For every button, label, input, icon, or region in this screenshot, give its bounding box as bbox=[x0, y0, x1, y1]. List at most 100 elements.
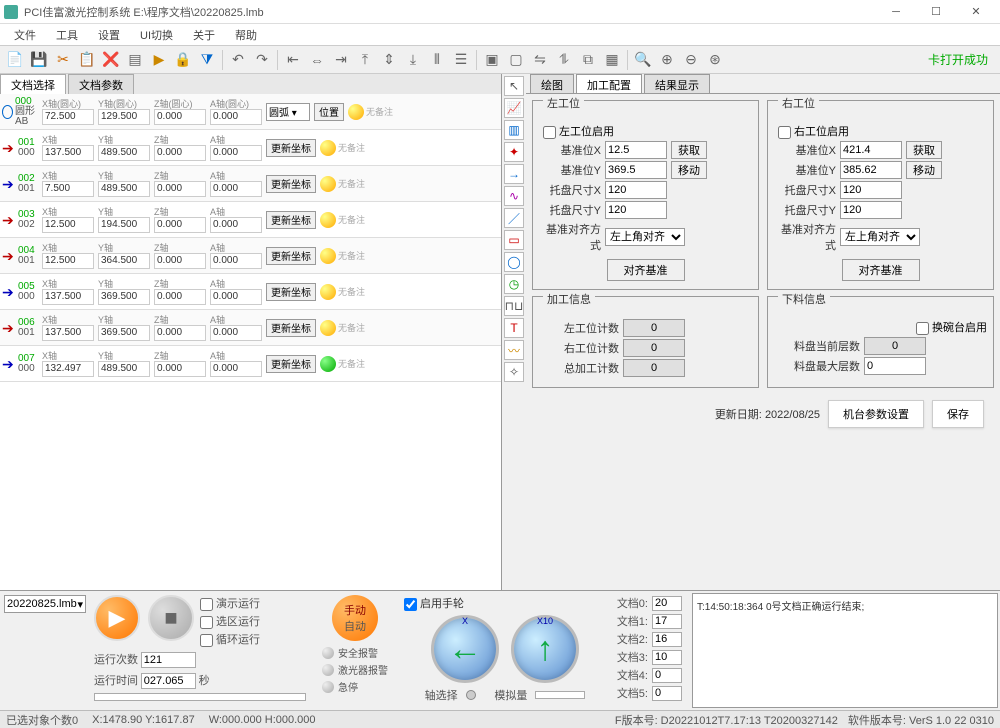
close-button[interactable]: ✕ bbox=[956, 0, 996, 24]
zoom-reset-icon[interactable]: ⊛ bbox=[704, 49, 726, 71]
coord-value[interactable]: 489.500 bbox=[98, 145, 150, 161]
left-station-enable[interactable]: 左工位启用 bbox=[543, 123, 614, 139]
coord-value[interactable]: 0.000 bbox=[210, 289, 262, 305]
align-left-icon[interactable]: ⇤ bbox=[282, 49, 304, 71]
menu-帮助[interactable]: 帮助 bbox=[225, 25, 267, 45]
group-icon[interactable]: ▣ bbox=[481, 49, 503, 71]
update-coord-btn[interactable]: 更新坐标 bbox=[266, 139, 316, 157]
station-btn[interactable]: 移动 bbox=[906, 161, 942, 179]
left-align-btn[interactable]: 对齐基准 bbox=[607, 259, 685, 281]
ungroup-icon[interactable]: ▢ bbox=[505, 49, 527, 71]
align-bottom-icon[interactable]: ⤓ bbox=[402, 49, 424, 71]
align-top-icon[interactable]: ⤒ bbox=[354, 49, 376, 71]
coord-value[interactable]: 0.000 bbox=[210, 361, 262, 377]
station-input[interactable] bbox=[840, 141, 902, 159]
pulse-icon[interactable]: ⊓⊔ bbox=[504, 296, 524, 316]
coord-value[interactable]: 72.500 bbox=[42, 109, 94, 125]
grid-icon[interactable]: ▦ bbox=[601, 49, 623, 71]
jog-dial-x[interactable]: X← bbox=[431, 615, 499, 683]
coord-value[interactable]: 489.500 bbox=[98, 181, 150, 197]
station-input[interactable] bbox=[840, 181, 902, 199]
doc-row[interactable]: ➔003002X轴12.500Y轴194.500Z轴0.000A轴0.000更新… bbox=[0, 202, 501, 238]
coord-value[interactable]: 489.500 bbox=[98, 361, 150, 377]
feed-enable[interactable]: 换碗台启用 bbox=[916, 319, 987, 335]
coord-value[interactable]: 0.000 bbox=[210, 145, 262, 161]
station-input[interactable] bbox=[605, 161, 667, 179]
compass-icon[interactable]: ✧ bbox=[504, 362, 524, 382]
coord-value[interactable]: 0.000 bbox=[154, 109, 206, 125]
coord-value[interactable]: 12.500 bbox=[42, 217, 94, 233]
tab-draw[interactable]: 绘图 bbox=[530, 74, 574, 93]
coord-value[interactable]: 0.000 bbox=[210, 217, 262, 233]
menu-工具[interactable]: 工具 bbox=[46, 25, 88, 45]
tab-doc-params[interactable]: 文档参数 bbox=[68, 74, 134, 94]
text-icon[interactable]: T bbox=[504, 318, 524, 338]
coord-value[interactable]: 0.000 bbox=[154, 253, 206, 269]
coord-value[interactable]: 0.000 bbox=[210, 181, 262, 197]
line-icon[interactable]: ／ bbox=[504, 208, 524, 228]
stop-button[interactable]: ■ bbox=[148, 595, 194, 641]
doc-row[interactable]: ➔004001X轴12.500Y轴364.500Z轴0.000A轴0.000更新… bbox=[0, 238, 501, 274]
pos-btn[interactable]: 位置 bbox=[314, 103, 344, 121]
undo-icon[interactable]: ↶ bbox=[227, 49, 249, 71]
bars-icon[interactable]: ▥ bbox=[504, 120, 524, 140]
maximize-button[interactable]: ☐ bbox=[916, 0, 956, 24]
coord-value[interactable]: 7.500 bbox=[42, 181, 94, 197]
coord-value[interactable]: 0.000 bbox=[154, 361, 206, 377]
align-select[interactable]: 左上角对齐 bbox=[840, 228, 920, 246]
play-icon[interactable]: ▶ bbox=[148, 49, 170, 71]
play-button[interactable]: ▶ bbox=[94, 595, 140, 641]
curve-icon[interactable]: 〰 bbox=[504, 340, 524, 360]
tab-doc-select[interactable]: 文档选择 bbox=[0, 74, 66, 94]
minimize-button[interactable]: ─ bbox=[876, 0, 916, 24]
station-input[interactable] bbox=[605, 201, 667, 219]
flip-v-icon[interactable]: ⥮ bbox=[553, 49, 575, 71]
doc-row[interactable]: ➔001000X轴137.500Y轴489.500Z轴0.000A轴0.000更… bbox=[0, 130, 501, 166]
update-coord-btn[interactable]: 更新坐标 bbox=[266, 211, 316, 229]
log-panel[interactable]: T:14:50:18:364 0号文档正确运行结束; bbox=[692, 593, 998, 708]
doc-row[interactable]: ➔006001X轴137.500Y轴369.500Z轴0.000A轴0.000更… bbox=[0, 310, 501, 346]
zoom-out-icon[interactable]: ⊖ bbox=[680, 49, 702, 71]
clock-icon[interactable]: ◷ bbox=[504, 274, 524, 294]
doc-row[interactable]: ➔005000X轴137.500Y轴369.500Z轴0.000A轴0.000更… bbox=[0, 274, 501, 310]
cut-icon[interactable]: ✂ bbox=[52, 49, 74, 71]
coord-value[interactable]: 0.000 bbox=[154, 145, 206, 161]
update-coord-btn[interactable]: 更新坐标 bbox=[266, 319, 316, 337]
lock-icon[interactable]: 🔒 bbox=[172, 49, 194, 71]
menu-设置[interactable]: 设置 bbox=[88, 25, 130, 45]
mode-toggle[interactable]: 手动 自动 bbox=[332, 595, 378, 641]
coord-value[interactable]: 0.000 bbox=[154, 325, 206, 341]
run-count-input[interactable] bbox=[141, 652, 196, 668]
station-btn[interactable]: 获取 bbox=[671, 141, 707, 159]
right-align-btn[interactable]: 对齐基准 bbox=[842, 259, 920, 281]
coord-value[interactable]: 0.000 bbox=[154, 181, 206, 197]
doc-row[interactable]: ➔002001X轴7.500Y轴489.500Z轴0.000A轴0.000更新坐… bbox=[0, 166, 501, 202]
new-icon[interactable]: 📄 bbox=[4, 49, 26, 71]
handwheel-enable[interactable]: 启用手轮 bbox=[404, 595, 464, 611]
flip-h-icon[interactable]: ⇋ bbox=[529, 49, 551, 71]
coord-value[interactable]: 369.500 bbox=[98, 325, 150, 341]
filter-icon[interactable]: ⧩ bbox=[196, 49, 218, 71]
update-coord-btn[interactable]: 更新坐标 bbox=[266, 355, 316, 373]
save-icon[interactable]: 💾 bbox=[28, 49, 50, 71]
tab-process-config[interactable]: 加工配置 bbox=[576, 74, 642, 93]
update-coord-btn[interactable]: 更新坐标 bbox=[266, 283, 316, 301]
doc-row[interactable]: 000圆形ABX轴(圆心)72.500Y轴(圆心)129.500Z轴(圆心)0.… bbox=[0, 94, 501, 130]
coord-value[interactable]: 194.500 bbox=[98, 217, 150, 233]
coord-value[interactable]: 137.500 bbox=[42, 145, 94, 161]
station-input[interactable] bbox=[605, 141, 667, 159]
arrow-right-icon[interactable]: → bbox=[504, 164, 524, 184]
chart-icon[interactable]: 📈 bbox=[504, 98, 524, 118]
menu-UI切换[interactable]: UI切换 bbox=[130, 25, 183, 45]
run-check[interactable]: 演示运行 bbox=[200, 595, 260, 611]
station-input[interactable] bbox=[605, 181, 667, 199]
save-btn[interactable]: 保存 bbox=[932, 400, 984, 428]
coord-value[interactable]: 129.500 bbox=[98, 109, 150, 125]
delete-icon[interactable]: ❌ bbox=[100, 49, 122, 71]
doc-row[interactable]: ➔007000X轴132.497Y轴489.500Z轴0.000A轴0.000更… bbox=[0, 346, 501, 382]
file-dropdown[interactable]: 20220825.lmb▾ bbox=[4, 595, 86, 613]
station-btn[interactable]: 获取 bbox=[906, 141, 942, 159]
align-select[interactable]: 左上角对齐 bbox=[605, 228, 685, 246]
menu-文件[interactable]: 文件 bbox=[4, 25, 46, 45]
wave-icon[interactable]: ∿ bbox=[504, 186, 524, 206]
